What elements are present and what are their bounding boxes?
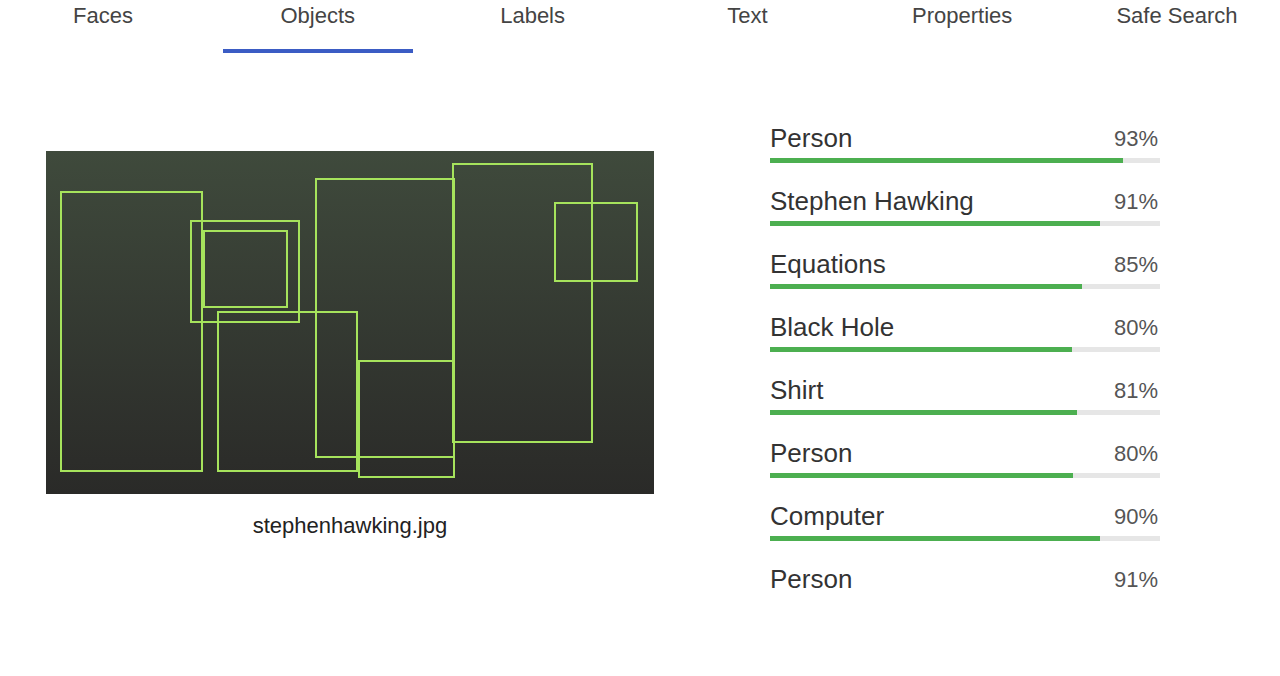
- result-label: Computer: [770, 500, 884, 532]
- score-bar: [770, 473, 1160, 478]
- vision-demo: Faces Objects Labels Text Properties Safe Sea…: [0, 0, 1280, 676]
- image-caption: stephenhawking.jpg: [253, 512, 447, 540]
- result-score: 90%: [1114, 502, 1160, 532]
- result-row: Person 91%: [770, 563, 1160, 604]
- bounding-box: [315, 178, 455, 458]
- score-bar-fill: [770, 221, 1100, 226]
- tab[interactable]: Faces: [8, 0, 198, 53]
- result-score: 81%: [1114, 376, 1160, 406]
- result-score: 80%: [1114, 439, 1160, 469]
- tab[interactable]: Safe Search: [1082, 0, 1272, 53]
- bounding-box: [358, 360, 455, 478]
- tab-bar: Faces Objects Labels Text Properties Safe Sea…: [0, 0, 1280, 53]
- image-panel: stephenhawking.jpg: [46, 151, 654, 626]
- result-label: Black Hole: [770, 311, 894, 343]
- score-bar: [770, 158, 1160, 163]
- tab[interactable]: Text: [652, 0, 842, 53]
- result-row: Stephen Hawking 91%: [770, 185, 1160, 226]
- result-label: Person: [770, 122, 852, 154]
- result-row: Black Hole 80%: [770, 311, 1160, 352]
- result-row: Equations 85%: [770, 248, 1160, 289]
- bounding-box: [217, 311, 358, 472]
- bounding-box: [452, 163, 593, 443]
- score-bar: [770, 347, 1160, 352]
- result-score: 85%: [1114, 250, 1160, 280]
- score-bar-fill: [770, 473, 1073, 478]
- result-score: 93%: [1114, 124, 1160, 154]
- score-bar: [770, 221, 1160, 226]
- tab[interactable]: Objects: [223, 0, 413, 53]
- result-label: Person: [770, 437, 852, 469]
- bounding-box: [554, 202, 638, 282]
- result-label: Shirt: [770, 374, 823, 406]
- results-list: Person 93% Stephen Hawking 91% Equations 85% B…: [770, 122, 1160, 626]
- photo: [46, 151, 654, 494]
- result-label: Equations: [770, 248, 886, 280]
- content: stephenhawking.jpg Person 93% Stephen Hawki…: [0, 53, 1280, 626]
- tab[interactable]: Labels: [438, 0, 628, 53]
- score-bar-fill: [770, 284, 1082, 289]
- bounding-box: [203, 230, 288, 308]
- result-row: Computer 90%: [770, 500, 1160, 541]
- result-row: Person 93%: [770, 122, 1160, 163]
- score-bar-fill: [770, 347, 1072, 352]
- result-row: Person 80%: [770, 437, 1160, 478]
- result-label: Stephen Hawking: [770, 185, 974, 217]
- bounding-box: [60, 191, 203, 472]
- score-bar-fill: [770, 158, 1123, 163]
- score-bar-fill: [770, 536, 1100, 541]
- score-bar-fill: [770, 410, 1077, 415]
- score-bar: [770, 284, 1160, 289]
- result-row: Shirt 81%: [770, 374, 1160, 415]
- result-score: 91%: [1114, 187, 1160, 217]
- result-score: 80%: [1114, 313, 1160, 343]
- tab[interactable]: Properties: [867, 0, 1057, 53]
- score-bar: [770, 536, 1160, 541]
- result-label: Person: [770, 563, 852, 595]
- result-score: 91%: [1114, 565, 1160, 595]
- score-bar: [770, 410, 1160, 415]
